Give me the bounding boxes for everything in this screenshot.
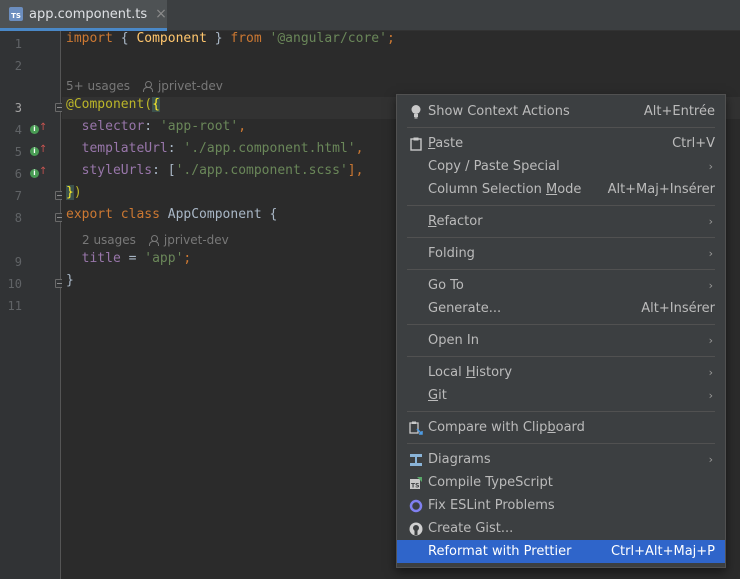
submenu-arrow-icon: ›	[708, 215, 713, 228]
usages-hint[interactable]: 5+ usages jprivet-dev	[66, 75, 223, 97]
menu-separator	[407, 237, 715, 238]
submenu-arrow-icon: ›	[708, 279, 713, 292]
menu-item-fix-eslint-problems[interactable]: Fix ESLint Problems	[397, 494, 725, 517]
code-line: selector: 'app-root',	[81, 119, 247, 134]
code-line: styleUrls: ['./app.component.scss'],	[81, 163, 364, 178]
menu-item-refactor[interactable]: Refactor ›	[397, 210, 725, 233]
menu-item-compare-with-clipboard[interactable]: Compare with Clipboard	[397, 416, 725, 439]
submenu-arrow-icon: ›	[708, 366, 713, 379]
menu-item-column-selection-mode[interactable]: Column Selection Mode Alt+Maj+Insérer	[397, 178, 725, 201]
line-number: 11	[7, 299, 22, 313]
usages-count[interactable]: 2 usages	[82, 233, 136, 247]
tab-app-component-ts[interactable]: TS app.component.ts ×	[0, 0, 167, 31]
menu-item-create-gist[interactable]: Create Gist...	[397, 517, 725, 540]
line-number: 7	[14, 189, 22, 203]
line-number: 6	[14, 167, 22, 181]
usages-hint[interactable]: 2 usages jprivet-dev	[82, 229, 229, 251]
menu-separator	[407, 269, 715, 270]
code-line: import { Component } from '@angular/core…	[66, 31, 395, 46]
editor-gutter[interactable]: 1 2 3 4 5 6 7 8 9 10 11 i ↑ i ↑ i ↑	[0, 31, 64, 579]
menu-item-show-context-actions[interactable]: Show Context Actions Alt+Entrée	[397, 100, 725, 123]
menu-item-compile-typescript[interactable]: TS Compile TypeScript	[397, 471, 725, 494]
typescript-file-icon: TS	[9, 7, 23, 21]
user-icon	[148, 234, 159, 246]
tab-title: app.component.ts	[29, 6, 148, 22]
menu-separator	[407, 127, 715, 128]
diagram-icon	[408, 452, 424, 468]
implemented-property-icon[interactable]: i ↑	[30, 122, 47, 135]
submenu-arrow-icon: ›	[708, 453, 713, 466]
code-line: @Component({	[66, 97, 160, 112]
implemented-property-icon[interactable]: i ↑	[30, 144, 47, 157]
submenu-arrow-icon: ›	[708, 247, 713, 260]
line-number: 8	[14, 211, 22, 225]
typescript-compile-icon: TS	[408, 475, 424, 491]
menu-item-diagrams[interactable]: Diagrams ›	[397, 448, 725, 471]
line-number: 3	[14, 101, 22, 115]
menu-separator	[407, 356, 715, 357]
menu-item-reformat-with-prettier[interactable]: Reformat with Prettier Ctrl+Alt+Maj+P	[397, 540, 725, 563]
submenu-arrow-icon: ›	[708, 334, 713, 347]
menu-item-local-history[interactable]: Local History ›	[397, 361, 725, 384]
code-line: }	[66, 273, 74, 288]
menu-item-open-in[interactable]: Open In ›	[397, 329, 725, 352]
menu-separator	[407, 205, 715, 206]
menu-item-generate[interactable]: Generate... Alt+Insérer	[397, 297, 725, 320]
menu-item-paste[interactable]: Paste Ctrl+V	[397, 132, 725, 155]
editor-tab-bar: TS app.component.ts ×	[0, 0, 740, 31]
code-line: templateUrl: './app.component.html',	[81, 141, 364, 156]
menu-item-copy-paste-special[interactable]: Copy / Paste Special ›	[397, 155, 725, 178]
implemented-property-icon[interactable]: i ↑	[30, 166, 47, 179]
editor-context-menu: Show Context Actions Alt+Entrée Paste Ct…	[396, 94, 726, 568]
close-tab-icon[interactable]: ×	[155, 6, 167, 22]
author-name[interactable]: jprivet-dev	[164, 233, 229, 247]
github-icon	[408, 521, 424, 537]
line-number: 5	[14, 145, 22, 159]
submenu-arrow-icon: ›	[708, 389, 713, 402]
submenu-arrow-icon: ›	[708, 160, 713, 173]
eslint-icon	[408, 498, 424, 514]
line-number: 2	[14, 59, 22, 73]
menu-separator	[407, 324, 715, 325]
compare-clipboard-icon	[408, 420, 424, 436]
menu-separator	[407, 411, 715, 412]
menu-item-git[interactable]: Git ›	[397, 384, 725, 407]
menu-separator	[407, 443, 715, 444]
line-number: 9	[14, 255, 22, 269]
line-number: 10	[7, 277, 22, 291]
usages-count[interactable]: 5+ usages	[66, 79, 130, 93]
code-line: })	[66, 185, 82, 200]
line-number: 4	[14, 123, 22, 137]
menu-item-folding[interactable]: Folding ›	[397, 242, 725, 265]
lightbulb-icon	[408, 104, 424, 120]
code-line: title = 'app';	[81, 251, 192, 266]
clipboard-icon	[408, 136, 424, 152]
line-number: 1	[14, 37, 22, 51]
code-line: export class AppComponent {	[66, 207, 278, 222]
author-name[interactable]: jprivet-dev	[158, 79, 223, 93]
user-icon	[142, 80, 153, 92]
menu-item-go-to[interactable]: Go To ›	[397, 274, 725, 297]
svg-text:TS: TS	[411, 482, 419, 489]
